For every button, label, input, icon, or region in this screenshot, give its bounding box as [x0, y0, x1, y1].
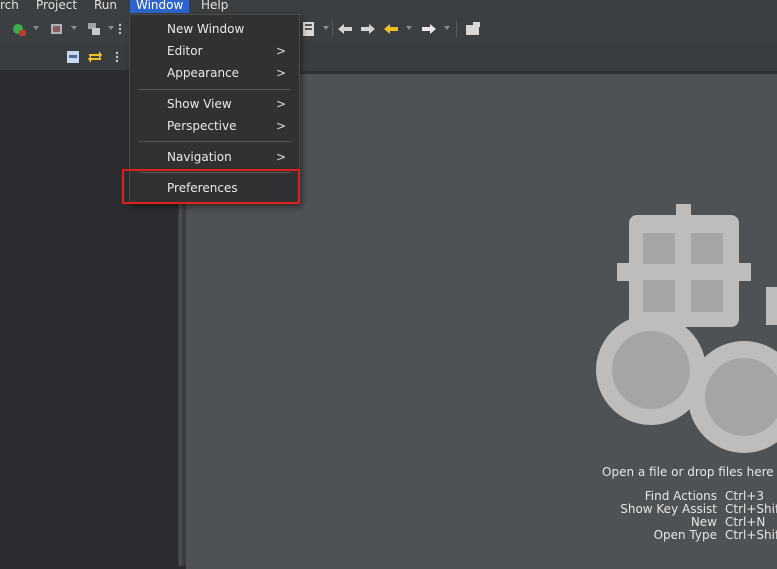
debug-dropdown-icon[interactable] [33, 26, 39, 30]
menu-item-label: New Window [167, 22, 245, 36]
shortcut-label: Find Actions [644, 489, 717, 503]
eclipse-drop-target-icon [596, 204, 777, 453]
external-tools-icon[interactable] [86, 20, 104, 38]
shortcut-label: Open Type [653, 528, 717, 542]
chevron-right-icon: > [276, 97, 287, 111]
menu-window[interactable]: Window [130, 0, 189, 13]
chevron-right-icon: > [276, 150, 287, 164]
menu-run[interactable]: Run [89, 0, 122, 13]
menu-item-label: Navigation [167, 150, 232, 164]
menu-item-show-view[interactable]: Show View > [130, 93, 299, 115]
open-task-icon[interactable] [300, 20, 318, 38]
back-icon[interactable] [336, 20, 354, 38]
menu-item-new-window[interactable]: New Window [130, 18, 299, 40]
shortcut-key: Ctrl+3 [725, 489, 765, 503]
next-edit-icon[interactable] [420, 20, 438, 38]
chevron-right-icon: > [276, 119, 287, 133]
toolbar-separator [332, 21, 333, 37]
menu-bar: rch Project Run Window Help [0, 0, 777, 14]
menu-search[interactable]: rch [0, 0, 24, 13]
menu-item-label: Editor [167, 44, 203, 58]
chevron-right-icon: > [276, 44, 287, 58]
main-toolbar [0, 14, 777, 44]
prev-edit-dropdown-icon[interactable] [406, 26, 412, 30]
next-edit-dropdown-icon[interactable] [444, 26, 450, 30]
menu-item-appearance[interactable]: Appearance > [130, 62, 299, 84]
preferences-highlight-box [122, 169, 300, 204]
view-menu-icon[interactable] [117, 20, 123, 38]
view-menu-icon[interactable] [114, 48, 120, 66]
shortcut-key: Ctrl+Shift [725, 528, 777, 542]
menu-item-navigation[interactable]: Navigation > [130, 146, 299, 168]
shortcut-label: Show Key Assist [620, 502, 717, 516]
open-file-hint: Open a file or drop files here to o [602, 465, 777, 479]
shortcut-key: Ctrl+Shift [725, 502, 777, 516]
link-editor-icon[interactable] [86, 48, 104, 66]
forward-icon[interactable] [359, 20, 377, 38]
menu-help[interactable]: Help [196, 0, 233, 13]
menu-item-label: Perspective [167, 119, 237, 133]
shortcut-label: New [690, 515, 717, 529]
menu-separator [139, 89, 291, 90]
menu-item-editor[interactable]: Editor > [130, 40, 299, 62]
shortcut-key: Ctrl+N [725, 515, 766, 529]
menu-separator [139, 141, 291, 142]
stop-dropdown-icon[interactable] [71, 26, 77, 30]
stop-icon[interactable] [48, 20, 66, 38]
prev-edit-icon[interactable] [382, 20, 400, 38]
menu-item-label: Appearance [167, 66, 240, 80]
debug-icon[interactable] [10, 20, 28, 38]
menu-item-perspective[interactable]: Perspective > [130, 115, 299, 137]
external-tools-dropdown-icon[interactable] [108, 26, 114, 30]
toolbar-separator [456, 21, 457, 37]
open-task-dropdown-icon[interactable] [323, 26, 329, 30]
collapse-all-icon[interactable] [64, 48, 82, 66]
menu-item-label: Show View [167, 97, 232, 111]
menu-project[interactable]: Project [31, 0, 82, 13]
pin-editor-icon[interactable] [464, 20, 482, 38]
chevron-right-icon: > [276, 66, 287, 80]
